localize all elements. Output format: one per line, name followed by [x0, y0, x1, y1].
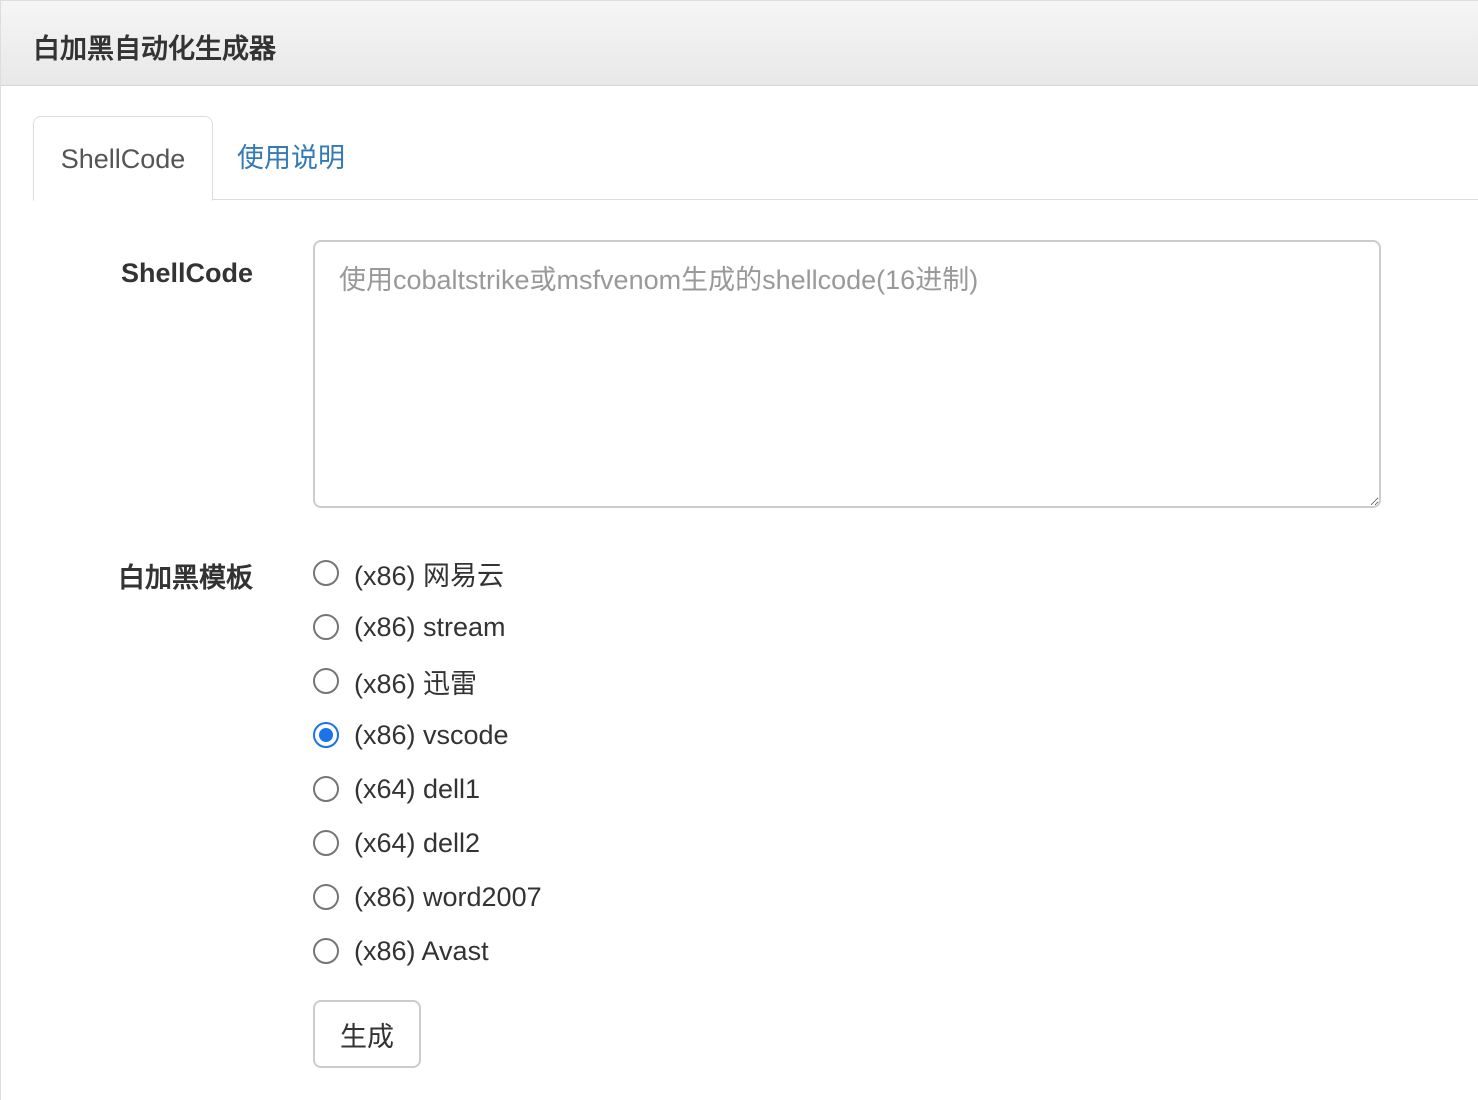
- template-option-label: (x86) Avast: [354, 935, 489, 966]
- template-radio-group: (x86) 网易云 (x86) stream (x86) 迅雷 (x86) vs…: [313, 546, 913, 978]
- template-option-label: (x86) stream: [354, 611, 506, 642]
- template-option[interactable]: (x86) 迅雷: [313, 654, 913, 708]
- generate-button[interactable]: 生成: [313, 1000, 421, 1068]
- radio-button[interactable]: [313, 668, 339, 694]
- radio-button[interactable]: [313, 614, 339, 640]
- generator-panel: 白加黑自动化生成器 ShellCode 使用说明 ShellCode 白加黑模板…: [0, 0, 1478, 1100]
- template-option-label: (x86) 迅雷: [354, 668, 478, 699]
- radio-button[interactable]: [313, 830, 339, 856]
- radio-button[interactable]: [313, 884, 339, 910]
- tab-usage-instructions[interactable]: 使用说明: [237, 116, 345, 200]
- template-option[interactable]: (x86) vscode: [313, 708, 913, 762]
- template-option[interactable]: (x86) Avast: [313, 924, 913, 978]
- template-option[interactable]: (x64) dell2: [313, 816, 913, 870]
- radio-button[interactable]: [313, 776, 339, 802]
- panel-heading: 白加黑自动化生成器: [1, 0, 1478, 86]
- panel-title: 白加黑自动化生成器: [33, 34, 276, 64]
- template-option[interactable]: (x64) dell1: [313, 762, 913, 816]
- tab-shellcode[interactable]: ShellCode: [33, 116, 213, 201]
- radio-button[interactable]: [313, 722, 339, 748]
- tab-bar: ShellCode 使用说明: [33, 116, 1478, 201]
- template-option[interactable]: (x86) 网易云: [313, 546, 913, 600]
- template-label: 白加黑模板: [118, 563, 253, 593]
- template-option[interactable]: (x86) word2007: [313, 870, 913, 924]
- template-option-label: (x86) vscode: [354, 719, 509, 750]
- radio-button[interactable]: [313, 560, 339, 586]
- template-option-label: (x64) dell2: [354, 827, 481, 858]
- template-option-label: (x86) word2007: [354, 881, 542, 912]
- shellcode-label: ShellCode: [120, 258, 253, 288]
- radio-button[interactable]: [313, 938, 339, 964]
- template-option[interactable]: (x86) stream: [313, 600, 913, 654]
- template-option-label: (x64) dell1: [354, 773, 481, 804]
- shellcode-input[interactable]: [313, 240, 1381, 508]
- template-option-label: (x86) 网易云: [354, 560, 505, 591]
